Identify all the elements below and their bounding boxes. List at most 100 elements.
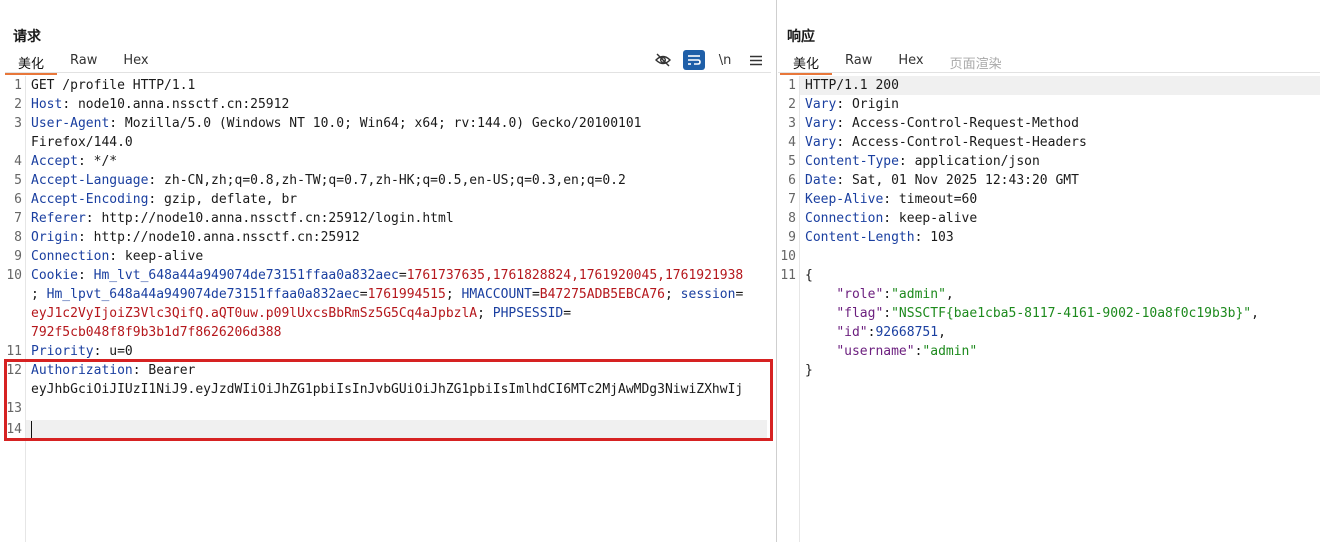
line-content: ; Hm_lpvt_648a44a949074de73151ffaa0a832a…	[31, 285, 767, 304]
response-tab-hex[interactable]: Hex	[885, 49, 936, 73]
line-content: User-Agent: Mozilla/5.0 (Windows NT 10.0…	[31, 114, 767, 133]
request-tab-hex[interactable]: Hex	[110, 49, 161, 73]
line-content: GET /profile HTTP/1.1	[31, 76, 767, 95]
request-tab-raw[interactable]: Raw	[57, 49, 110, 73]
pane-divider[interactable]	[776, 0, 777, 542]
code-token: "NSSCTF{bae1cba5-8117-4161-9002-10a8f0c1…	[891, 306, 1252, 321]
response-tab-render[interactable]: 页面渲染	[937, 49, 1015, 73]
line-content: HTTP/1.1 200	[805, 76, 1310, 95]
request-code-line: 6 Accept-Encoding: gzip, deflate, br	[0, 190, 777, 209]
line-number: 9	[788, 230, 796, 245]
response-tabs: 美化 Raw Hex 页面渲染	[780, 49, 1015, 75]
line-content: Host: node10.anna.nssctf.cn:25912	[31, 95, 767, 114]
response-editor[interactable]: 1 HTTP/1.1 200 2 Vary : Origin 3 Vary: Access-…	[778, 76, 1320, 542]
code-token: B47275ADB5EBCA76	[539, 287, 666, 302]
line-content: {	[805, 266, 1310, 285]
line-content: Content-Type: application/json	[805, 152, 1310, 171]
line-number: 10	[6, 268, 22, 283]
code-token: 1761994515	[367, 287, 446, 302]
code-token: Cookie	[31, 268, 78, 283]
code-token: :	[883, 287, 892, 302]
code-token: Origin	[31, 230, 78, 245]
code-token: : timeout=60	[883, 192, 978, 207]
code-token: Accept	[31, 154, 78, 169]
line-number: 8	[788, 211, 796, 226]
code-token: : Origin	[836, 97, 899, 112]
line-content: Origin: http://node10.anna.nssctf.cn:259…	[31, 228, 767, 247]
code-token: : keep-alive	[883, 211, 978, 226]
code-token: : 103	[914, 230, 954, 245]
hide-eye-icon[interactable]	[652, 50, 674, 70]
code-token: Hm_lpvt_648a44a949074de73151ffaa0a832aec	[46, 287, 360, 302]
code-token: eyJ1c2VyIjoiZ3Vlc3QifQ.aQT0uw.p09lUxcsBb…	[31, 306, 478, 321]
line-content: Accept-Encoding: gzip, deflate, br	[31, 190, 767, 209]
code-token: }	[805, 363, 813, 378]
code-token: : gzip, deflate, br	[148, 192, 298, 207]
request-code-line: 792f5cb048f8f9b3b1d7f8626206d388	[0, 323, 777, 342]
line-number: 6	[14, 192, 22, 207]
line-content: Vary: Access-Control-Request-Method	[805, 114, 1310, 133]
request-code-line: 3 User-Agent: Mozilla/5.0 (Windows NT 10.…	[0, 114, 777, 133]
request-code-line: ; Hm_lpvt_648a44a949074de73151ffaa0a832a…	[0, 285, 777, 304]
response-code-line: 1 HTTP/1.1 200	[778, 76, 1320, 95]
code-token: : keep-alive	[109, 249, 204, 264]
request-code-line: Firefox/144.0	[0, 133, 777, 152]
request-tabs-divider	[5, 72, 771, 73]
line-number: 8	[14, 230, 22, 245]
request-editor[interactable]: 1 GET /profile HTTP/1.1 2 Host: node10.anna…	[0, 76, 777, 542]
line-number: 4	[14, 154, 22, 169]
code-token: GET /profile HTTP/1.1	[31, 78, 196, 93]
code-token: : http://node10.anna.nssctf.cn:25912/log…	[85, 211, 454, 226]
code-token: ;	[477, 306, 493, 321]
code-token: Connection	[31, 249, 110, 264]
code-token: : Access-Control-Request-Method	[836, 116, 1079, 131]
newline-toggle-button[interactable]: \n	[714, 50, 736, 70]
code-token: Referer	[31, 211, 86, 226]
menu-icon[interactable]	[745, 50, 767, 70]
response-code-line: "id":92668751,	[778, 323, 1320, 342]
request-tabs: 美化 Raw Hex	[5, 49, 162, 75]
authorization-highlight-box	[4, 359, 773, 441]
response-code-line: 6 Date: Sat, 01 Nov 2025 12:43:20 GMT	[778, 171, 1320, 190]
line-content: Referer: http://node10.anna.nssctf.cn:25…	[31, 209, 767, 228]
code-token: User-Agent	[31, 116, 110, 131]
code-token: "username"	[836, 344, 915, 359]
code-token: ;	[31, 287, 47, 302]
code-token: ,	[945, 287, 954, 302]
code-token: =	[531, 287, 540, 302]
request-code-line: eyJ1c2VyIjoiZ3Vlc3QifQ.aQT0uw.p09lUxcsBb…	[0, 304, 777, 323]
code-token: : u=0	[93, 344, 133, 359]
line-number: 7	[14, 211, 22, 226]
code-token: Firefox/144.0	[31, 135, 133, 150]
code-token: 92668751	[875, 325, 939, 340]
code-token: HTTP/1.1 200	[805, 78, 899, 93]
code-token: Priority	[31, 344, 94, 359]
response-code-line: 4 Vary: Access-Control-Request-Headers	[778, 133, 1320, 152]
code-token: Accept-Encoding	[31, 192, 149, 207]
response-tab-raw[interactable]: Raw	[832, 49, 885, 73]
line-content: "username":"admin"	[805, 342, 1310, 361]
code-token: 1761737635,1761828824,1761920045,1761921…	[406, 268, 744, 283]
code-token: Connection	[805, 211, 884, 226]
response-code-line: 3 Vary: Access-Control-Request-Method	[778, 114, 1320, 133]
code-token: 792f5cb048f8f9b3b1d7f8626206d388	[31, 325, 282, 340]
code-token: Vary	[805, 116, 837, 131]
pretty-format-icon[interactable]	[683, 50, 705, 70]
response-pane: 响应 美化 Raw Hex 页面渲染 1 HTTP/1.1 200 2 Vary: O…	[778, 0, 1320, 542]
line-content: }	[805, 361, 1310, 380]
request-code-line: 1 GET /profile HTTP/1.1	[0, 76, 777, 95]
line-number: 2	[788, 97, 796, 112]
line-number: 1	[788, 78, 796, 93]
code-token: "id"	[836, 325, 868, 340]
response-code-line: "username":"admin"	[778, 342, 1320, 361]
code-token: ,	[1251, 306, 1259, 321]
code-token: Content-Length	[805, 230, 915, 245]
response-tabs-divider	[778, 72, 1320, 73]
request-title: 请求	[13, 29, 41, 45]
code-token: Accept-Language	[31, 173, 149, 188]
line-number: 6	[788, 173, 796, 188]
line-content: "role":"admin",	[805, 285, 1310, 304]
line-content: Connection: keep-alive	[805, 209, 1310, 228]
